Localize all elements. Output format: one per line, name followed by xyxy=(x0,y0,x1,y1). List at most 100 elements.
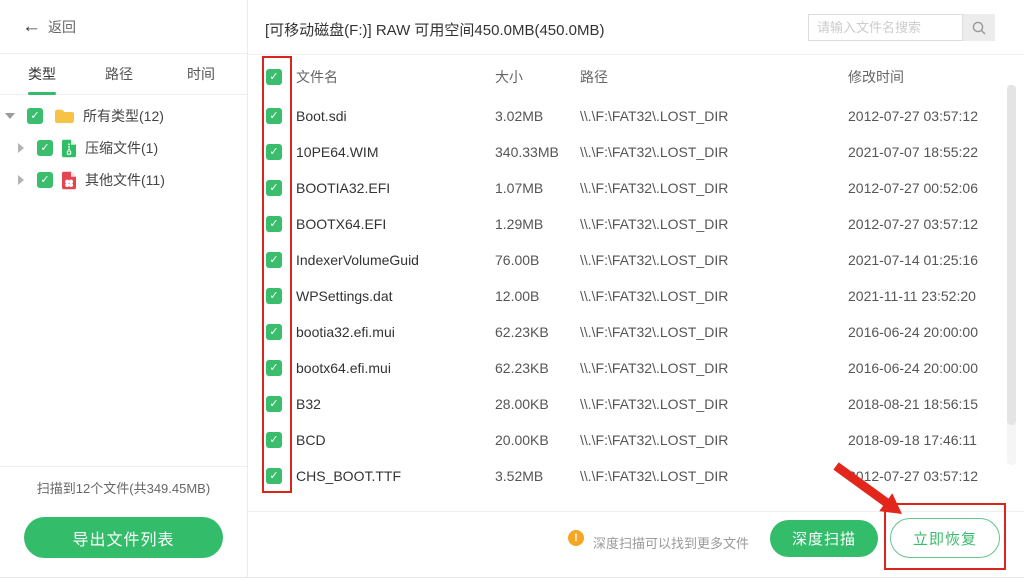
table-header: 文件名 大小 路径 修改时间 xyxy=(248,62,1024,92)
back-button[interactable]: ← 返回 xyxy=(0,0,247,54)
file-name-cell: WPSettings.dat xyxy=(296,278,393,314)
file-time-cell: 2012-07-27 03:57:12 xyxy=(848,206,978,242)
back-arrow-icon: ← xyxy=(22,17,41,36)
tree-item-label: 所有类型(12) xyxy=(83,106,164,126)
file-path-cell: \\.\F:\FAT32\.LOST_DIR xyxy=(580,278,728,314)
file-time-cell: 2012-07-27 03:57:12 xyxy=(848,98,978,134)
tree-checkbox[interactable] xyxy=(37,140,53,156)
column-header-size: 大小 xyxy=(495,62,523,92)
tree-item-label: 其他文件(11) xyxy=(85,170,165,190)
row-checkbox[interactable] xyxy=(266,360,282,376)
zip-file-icon xyxy=(61,139,77,158)
tab-type[interactable]: 类型 xyxy=(28,54,56,95)
row-checkbox[interactable] xyxy=(266,396,282,412)
deep-scan-button[interactable]: 深度扫描 xyxy=(770,520,878,557)
table-row[interactable]: BCD 20.00KB \\.\F:\FAT32\.LOST_DIR 2018-… xyxy=(248,422,1024,458)
file-name-cell: Boot.sdi xyxy=(296,98,347,134)
file-time-cell: 2016-06-24 20:00:00 xyxy=(848,314,978,350)
scrollbar-track[interactable] xyxy=(1007,85,1016,465)
table-row[interactable]: IndexerVolumeGuid 76.00B \\.\F:\FAT32\.L… xyxy=(248,242,1024,278)
sidebar: ← 返回 类型 路径 时间 所有类型(12) xyxy=(0,0,248,578)
file-size-cell: 1.07MB xyxy=(495,170,543,206)
select-all-checkbox[interactable] xyxy=(266,69,282,85)
file-size-cell: 76.00B xyxy=(495,242,539,278)
export-file-list-button[interactable]: 导出文件列表 xyxy=(24,517,223,558)
tab-path[interactable]: 路径 xyxy=(105,54,133,95)
file-path-cell: \\.\F:\FAT32\.LOST_DIR xyxy=(580,350,728,386)
row-checkbox[interactable] xyxy=(266,432,282,448)
sidebar-tabs: 类型 路径 时间 xyxy=(0,54,247,95)
table-row[interactable]: BOOTX64.EFI 1.29MB \\.\F:\FAT32\.LOST_DI… xyxy=(248,206,1024,242)
file-time-cell: 2012-07-27 03:57:12 xyxy=(848,458,978,494)
file-time-cell: 2021-07-14 01:25:16 xyxy=(848,242,978,278)
file-size-cell: 12.00B xyxy=(495,278,539,314)
file-size-cell: 28.00KB xyxy=(495,386,549,422)
file-size-cell: 62.23KB xyxy=(495,350,549,386)
file-time-cell: 2021-07-07 18:55:22 xyxy=(848,134,978,170)
file-time-cell: 2018-08-21 18:56:15 xyxy=(848,386,978,422)
file-recovery-window: ← 返回 类型 路径 时间 所有类型(12) xyxy=(0,0,1024,580)
caret-expanded-icon[interactable] xyxy=(5,113,15,119)
file-path-cell: \\.\F:\FAT32\.LOST_DIR xyxy=(580,242,728,278)
file-path-cell: \\.\F:\FAT32\.LOST_DIR xyxy=(580,422,728,458)
back-label: 返回 xyxy=(48,17,76,37)
table-row[interactable]: BOOTIA32.EFI 1.07MB \\.\F:\FAT32\.LOST_D… xyxy=(248,170,1024,206)
row-checkbox[interactable] xyxy=(266,468,282,484)
folder-icon xyxy=(54,108,75,125)
bottom-bar: 深度扫描可以找到更多文件 深度扫描 立即恢复 xyxy=(248,511,1024,577)
file-path-cell: \\.\F:\FAT32\.LOST_DIR xyxy=(580,98,728,134)
table-row[interactable]: 10PE64.WIM 340.33MB \\.\F:\FAT32\.LOST_D… xyxy=(248,134,1024,170)
table-row[interactable]: CHS_BOOT.TTF 3.52MB \\.\F:\FAT32\.LOST_D… xyxy=(248,458,1024,494)
file-time-cell: 2018-09-18 17:46:11 xyxy=(848,422,977,458)
main-panel: [可移动磁盘(F:)] RAW 可用空间450.0MB(450.0MB) 文件名… xyxy=(248,0,1024,578)
file-size-cell: 20.00KB xyxy=(495,422,549,458)
tree-checkbox[interactable] xyxy=(37,172,53,188)
file-size-cell: 3.02MB xyxy=(495,98,543,134)
search-input[interactable] xyxy=(808,14,963,41)
row-checkbox[interactable] xyxy=(266,144,282,160)
file-size-cell: 3.52MB xyxy=(495,458,543,494)
sidebar-divider xyxy=(0,466,247,467)
tab-time[interactable]: 时间 xyxy=(187,54,215,95)
tree-checkbox[interactable] xyxy=(27,108,43,124)
search-button[interactable] xyxy=(963,14,995,41)
row-checkbox[interactable] xyxy=(266,324,282,340)
row-checkbox[interactable] xyxy=(266,252,282,268)
other-file-icon xyxy=(61,171,77,190)
column-header-path: 路径 xyxy=(580,62,608,92)
recover-now-button[interactable]: 立即恢复 xyxy=(890,518,1000,558)
header-divider xyxy=(248,54,1024,55)
file-path-cell: \\.\F:\FAT32\.LOST_DIR xyxy=(580,314,728,350)
file-path-cell: \\.\F:\FAT32\.LOST_DIR xyxy=(580,170,728,206)
tree-item-all-types[interactable]: 所有类型(12) xyxy=(0,100,247,132)
row-checkbox[interactable] xyxy=(266,108,282,124)
tree-item-archives[interactable]: 压缩文件(1) xyxy=(0,132,247,164)
window-bottom-border xyxy=(0,577,1024,578)
table-row[interactable]: Boot.sdi 3.02MB \\.\F:\FAT32\.LOST_DIR 2… xyxy=(248,98,1024,134)
row-checkbox[interactable] xyxy=(266,288,282,304)
caret-collapsed-icon[interactable] xyxy=(18,143,24,153)
table-row[interactable]: bootia32.efi.mui 62.23KB \\.\F:\FAT32\.L… xyxy=(248,314,1024,350)
scrollbar-thumb[interactable] xyxy=(1007,85,1016,425)
file-name-cell: CHS_BOOT.TTF xyxy=(296,458,401,494)
file-size-cell: 1.29MB xyxy=(495,206,543,242)
table-row[interactable]: bootx64.efi.mui 62.23KB \\.\F:\FAT32\.LO… xyxy=(248,350,1024,386)
tree-item-other-files[interactable]: 其他文件(11) xyxy=(0,164,247,196)
caret-collapsed-icon[interactable] xyxy=(18,175,24,185)
file-size-cell: 62.23KB xyxy=(495,314,549,350)
file-name-cell: BOOTX64.EFI xyxy=(296,206,386,242)
file-time-cell: 2012-07-27 00:52:06 xyxy=(848,170,978,206)
drive-title: [可移动磁盘(F:)] RAW 可用空间450.0MB(450.0MB) xyxy=(265,19,605,40)
table-row[interactable]: B32 28.00KB \\.\F:\FAT32\.LOST_DIR 2018-… xyxy=(248,386,1024,422)
deep-scan-hint: 深度扫描可以找到更多文件 xyxy=(593,533,749,552)
scan-summary: 扫描到12个文件(共349.45MB) xyxy=(0,478,247,497)
file-name-cell: B32 xyxy=(296,386,321,422)
table-row[interactable]: WPSettings.dat 12.00B \\.\F:\FAT32\.LOST… xyxy=(248,278,1024,314)
file-name-cell: BCD xyxy=(296,422,326,458)
warning-icon xyxy=(568,530,584,546)
column-header-name: 文件名 xyxy=(296,62,338,92)
file-path-cell: \\.\F:\FAT32\.LOST_DIR xyxy=(580,206,728,242)
file-time-cell: 2016-06-24 20:00:00 xyxy=(848,350,978,386)
row-checkbox[interactable] xyxy=(266,216,282,232)
row-checkbox[interactable] xyxy=(266,180,282,196)
